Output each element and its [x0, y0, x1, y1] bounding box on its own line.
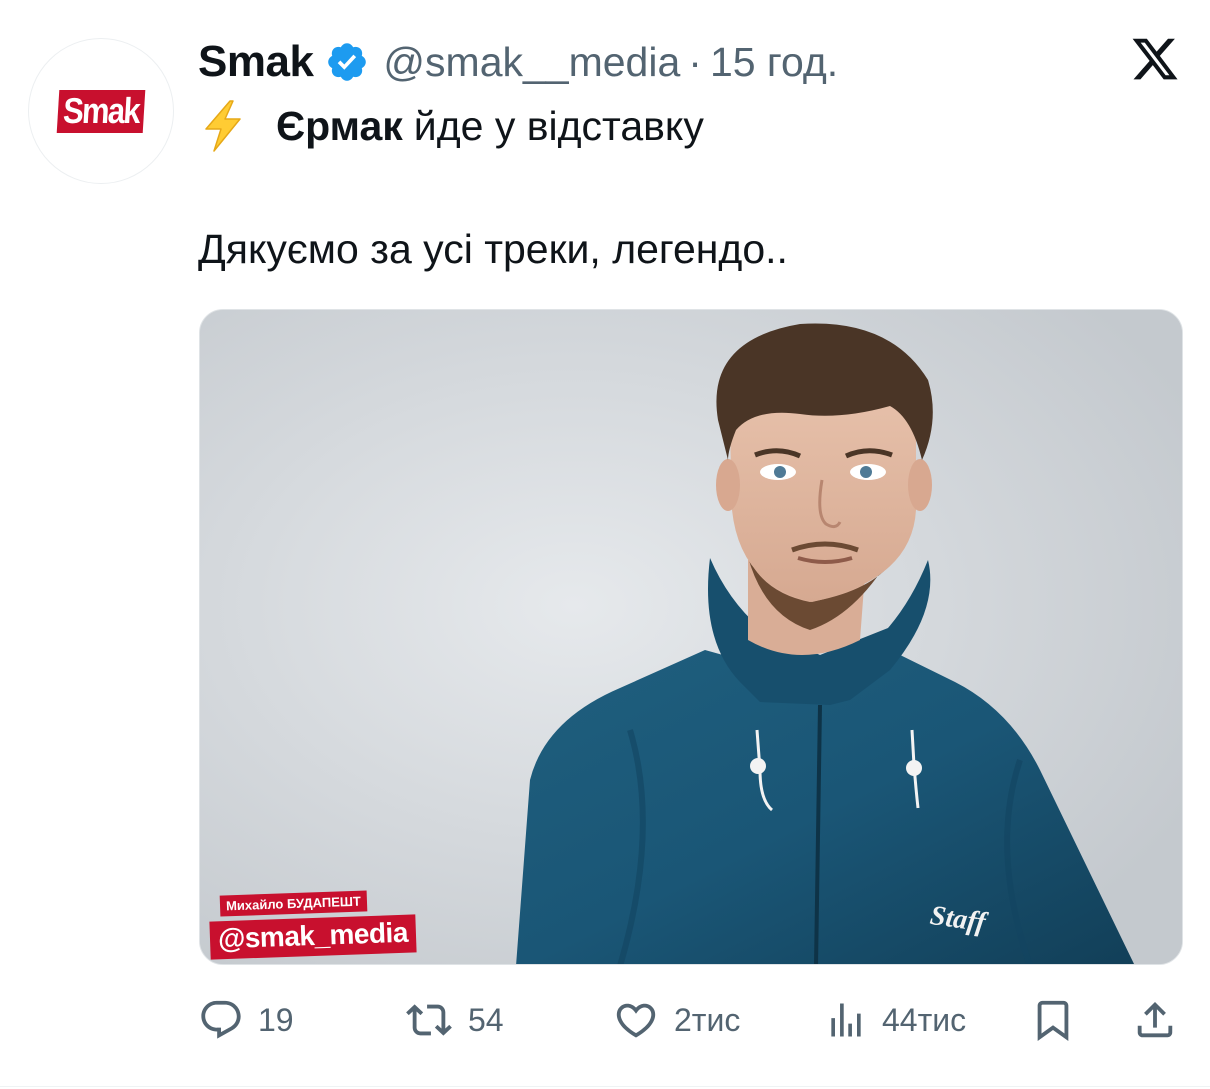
author-handle[interactable]: @smak__media — [383, 39, 680, 86]
share-icon — [1137, 1001, 1173, 1038]
smak-logo: Smak — [56, 89, 146, 133]
photo-watermark-handle: @smak_media — [209, 914, 417, 960]
tweet-timestamp[interactable]: 15 год. — [710, 39, 838, 86]
portrait-image: Staff — [200, 310, 1182, 964]
reply-button[interactable]: 19 — [198, 990, 294, 1050]
tweet-text-line-1: Єрмак йде у відставку — [200, 96, 704, 156]
retweet-button[interactable]: 54 — [404, 990, 504, 1050]
bottom-divider — [0, 1086, 1210, 1087]
bookmark-icon — [1037, 1000, 1069, 1041]
author-display-name[interactable]: Smak — [198, 37, 314, 87]
tweet-action-bar: 19 54 2тис 44тис — [198, 990, 1182, 1050]
retweet-icon — [406, 1004, 452, 1036]
share-button[interactable] — [1132, 990, 1178, 1050]
author-avatar[interactable]: Smak — [28, 38, 174, 184]
verified-badge-icon — [328, 43, 367, 81]
like-count: 2тис — [674, 1001, 741, 1038]
tweet-header: Smak @smak__media · 15 год. — [198, 32, 838, 92]
views-button[interactable]: 44тис — [824, 990, 966, 1050]
retweet-count: 54 — [468, 1001, 504, 1038]
tweet-bold-name: Єрмак — [276, 102, 403, 149]
bookmark-button[interactable] — [1030, 990, 1076, 1050]
heart-icon — [616, 1003, 656, 1038]
separator-dot: · — [688, 38, 702, 85]
views-count: 44тис — [882, 1001, 967, 1038]
like-button[interactable]: 2тис — [612, 990, 740, 1050]
views-chart-icon — [831, 1003, 861, 1037]
tweet-photo[interactable]: Staff Михайло БУДАПЕШТ @smak_media — [199, 309, 1183, 965]
x-logo-icon[interactable] — [1130, 34, 1180, 84]
reply-icon — [201, 1000, 241, 1039]
reply-count: 19 — [258, 1001, 294, 1038]
tweet-line1-text: йде у відставку — [413, 102, 704, 149]
lightning-bolt-icon — [205, 100, 241, 152]
tweet-text-line-2: Дякуємо за усі треки, легендо.. — [198, 226, 788, 272]
